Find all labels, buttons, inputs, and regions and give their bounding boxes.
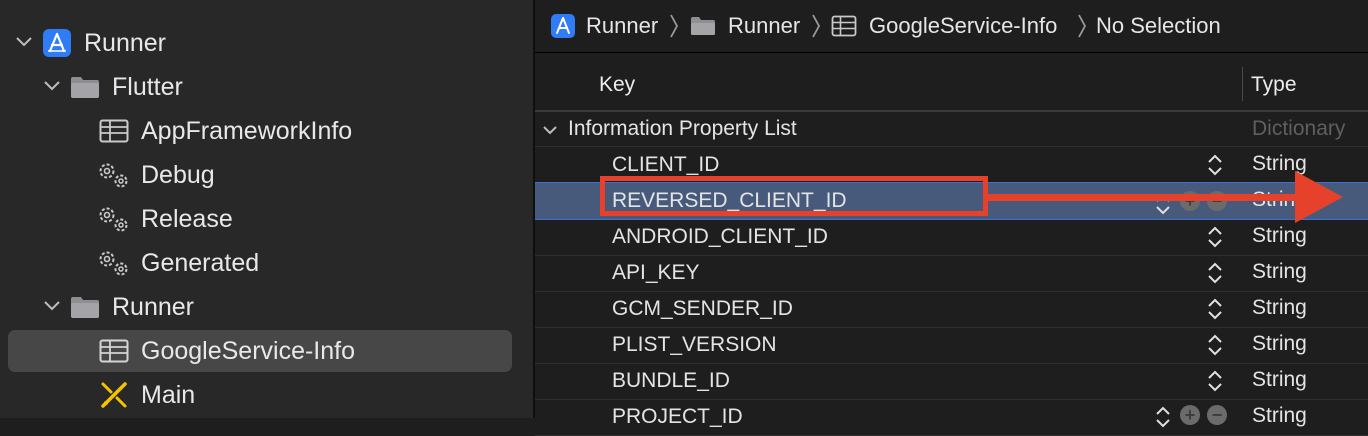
nav-item-googleservice-info[interactable]: GoogleService-Info [0,328,533,372]
nav-item-label: GoogleService-Info [141,337,356,365]
jumpbar-crumb-group[interactable]: Runner [690,11,800,41]
plist-row[interactable]: BUNDLE_ID String [535,363,1368,400]
remove-item-button[interactable]: − [1207,405,1227,425]
plist-key: PROJECT_ID [612,405,743,428]
folder-icon [70,295,100,319]
folder-icon [690,16,716,36]
nav-item-main[interactable]: Main [0,372,533,416]
stepper-icon[interactable] [1155,404,1171,430]
jumpbar-crumb-selection[interactable]: No Selection [1096,11,1221,41]
nav-item-label: Main [141,381,196,409]
crumb-label: No Selection [1096,13,1221,38]
nav-item-appframeworkinfo[interactable]: AppFrameworkInfo [0,108,533,152]
jumpbar-crumb-file[interactable]: GoogleService-Info [831,11,1057,41]
plist-key: CLIENT_ID [612,153,720,176]
nav-item-label: Runner [84,29,166,57]
nav-item-label: Flutter [112,73,183,101]
plist-type: Dictionary [1252,117,1346,140]
plist-type[interactable]: String [1252,332,1307,356]
plist-column-header: Key Type [535,53,1368,112]
jumpbar-crumb-project[interactable]: Runner [550,11,658,41]
plist-editor: Runner Runner GoogleService-Info No Sele… [535,0,1368,436]
chevron-down-icon[interactable] [16,34,32,50]
plist-type[interactable]: String [1252,224,1307,248]
crumb-label: Runner [728,13,801,38]
column-header-type[interactable]: Type [1251,73,1297,97]
chevron-down-icon[interactable] [44,298,60,314]
plist-key: BUNDLE_ID [612,369,730,392]
nav-item-runner-group[interactable]: Runner [0,284,533,328]
plist-table-icon [99,119,129,143]
plist-key: Information Property List [568,117,797,140]
nav-item-label: AppFrameworkInfo [141,117,353,145]
plist-table-icon [99,339,129,363]
plist-type[interactable]: String [1252,368,1307,392]
plist-key: ANDROID_CLIENT_ID [612,225,828,248]
nav-item-generated[interactable]: Generated [0,240,533,284]
nav-item-flutter-group[interactable]: Flutter [0,64,533,108]
plist-row[interactable]: GCM_SENDER_ID String [535,291,1368,328]
stepper-icon[interactable] [1207,224,1223,250]
column-header-key[interactable]: Key [599,73,635,97]
folder-icon [70,75,100,99]
plist-root-row[interactable]: Information Property List Dictionary [535,110,1368,147]
chevron-right-icon [1077,13,1087,44]
gear-settings-icon [96,248,130,278]
crumb-label: GoogleService-Info [869,13,1058,38]
plist-table-icon [831,15,857,37]
add-item-button[interactable]: + [1180,405,1200,425]
gear-settings-icon [96,160,130,190]
stepper-icon[interactable] [1207,332,1223,358]
xcode-project-icon [550,13,576,39]
jump-bar: Runner Runner GoogleService-Info No Sele… [535,0,1368,53]
project-navigator: Runner Flutter AppFrameworkInfo Debug Re… [0,0,533,418]
nav-item-runner-project[interactable]: Runner [0,20,533,64]
stepper-icon[interactable] [1207,152,1223,178]
column-divider[interactable] [1242,67,1243,101]
chevron-right-icon [811,13,821,44]
stepper-icon[interactable] [1207,260,1223,286]
nav-item-debug[interactable]: Debug [0,152,533,196]
stepper-icon[interactable] [1207,368,1223,394]
chevron-down-icon[interactable] [543,123,557,141]
plist-key: API_KEY [612,261,700,284]
chevron-right-icon [669,13,679,44]
nav-item-label: Release [141,205,233,233]
annotation-arrow-head [1295,171,1343,223]
nav-item-release[interactable]: Release [0,196,533,240]
nav-item-label: Debug [141,161,215,189]
annotation-arrow-shaft [988,194,1298,201]
plist-key: PLIST_VERSION [612,333,777,356]
plist-row[interactable]: API_KEY String [535,255,1368,292]
nav-item-label: Generated [141,249,260,277]
xcode-project-icon [42,28,72,58]
plist-type[interactable]: String [1252,404,1307,428]
plist-key: GCM_SENDER_ID [612,297,793,320]
plist-row[interactable]: PLIST_VERSION String [535,327,1368,364]
gear-settings-icon [96,204,130,234]
stepper-icon[interactable] [1207,296,1223,322]
plist-type[interactable]: String [1252,260,1307,284]
storyboard-icon [100,381,128,409]
plist-type[interactable]: String [1252,296,1307,320]
plist-row[interactable]: ANDROID_CLIENT_ID String [535,219,1368,256]
chevron-down-icon[interactable] [44,78,60,94]
annotation-highlight-box [600,176,988,216]
crumb-label: Runner [586,13,659,38]
nav-item-label: Runner [112,293,194,321]
